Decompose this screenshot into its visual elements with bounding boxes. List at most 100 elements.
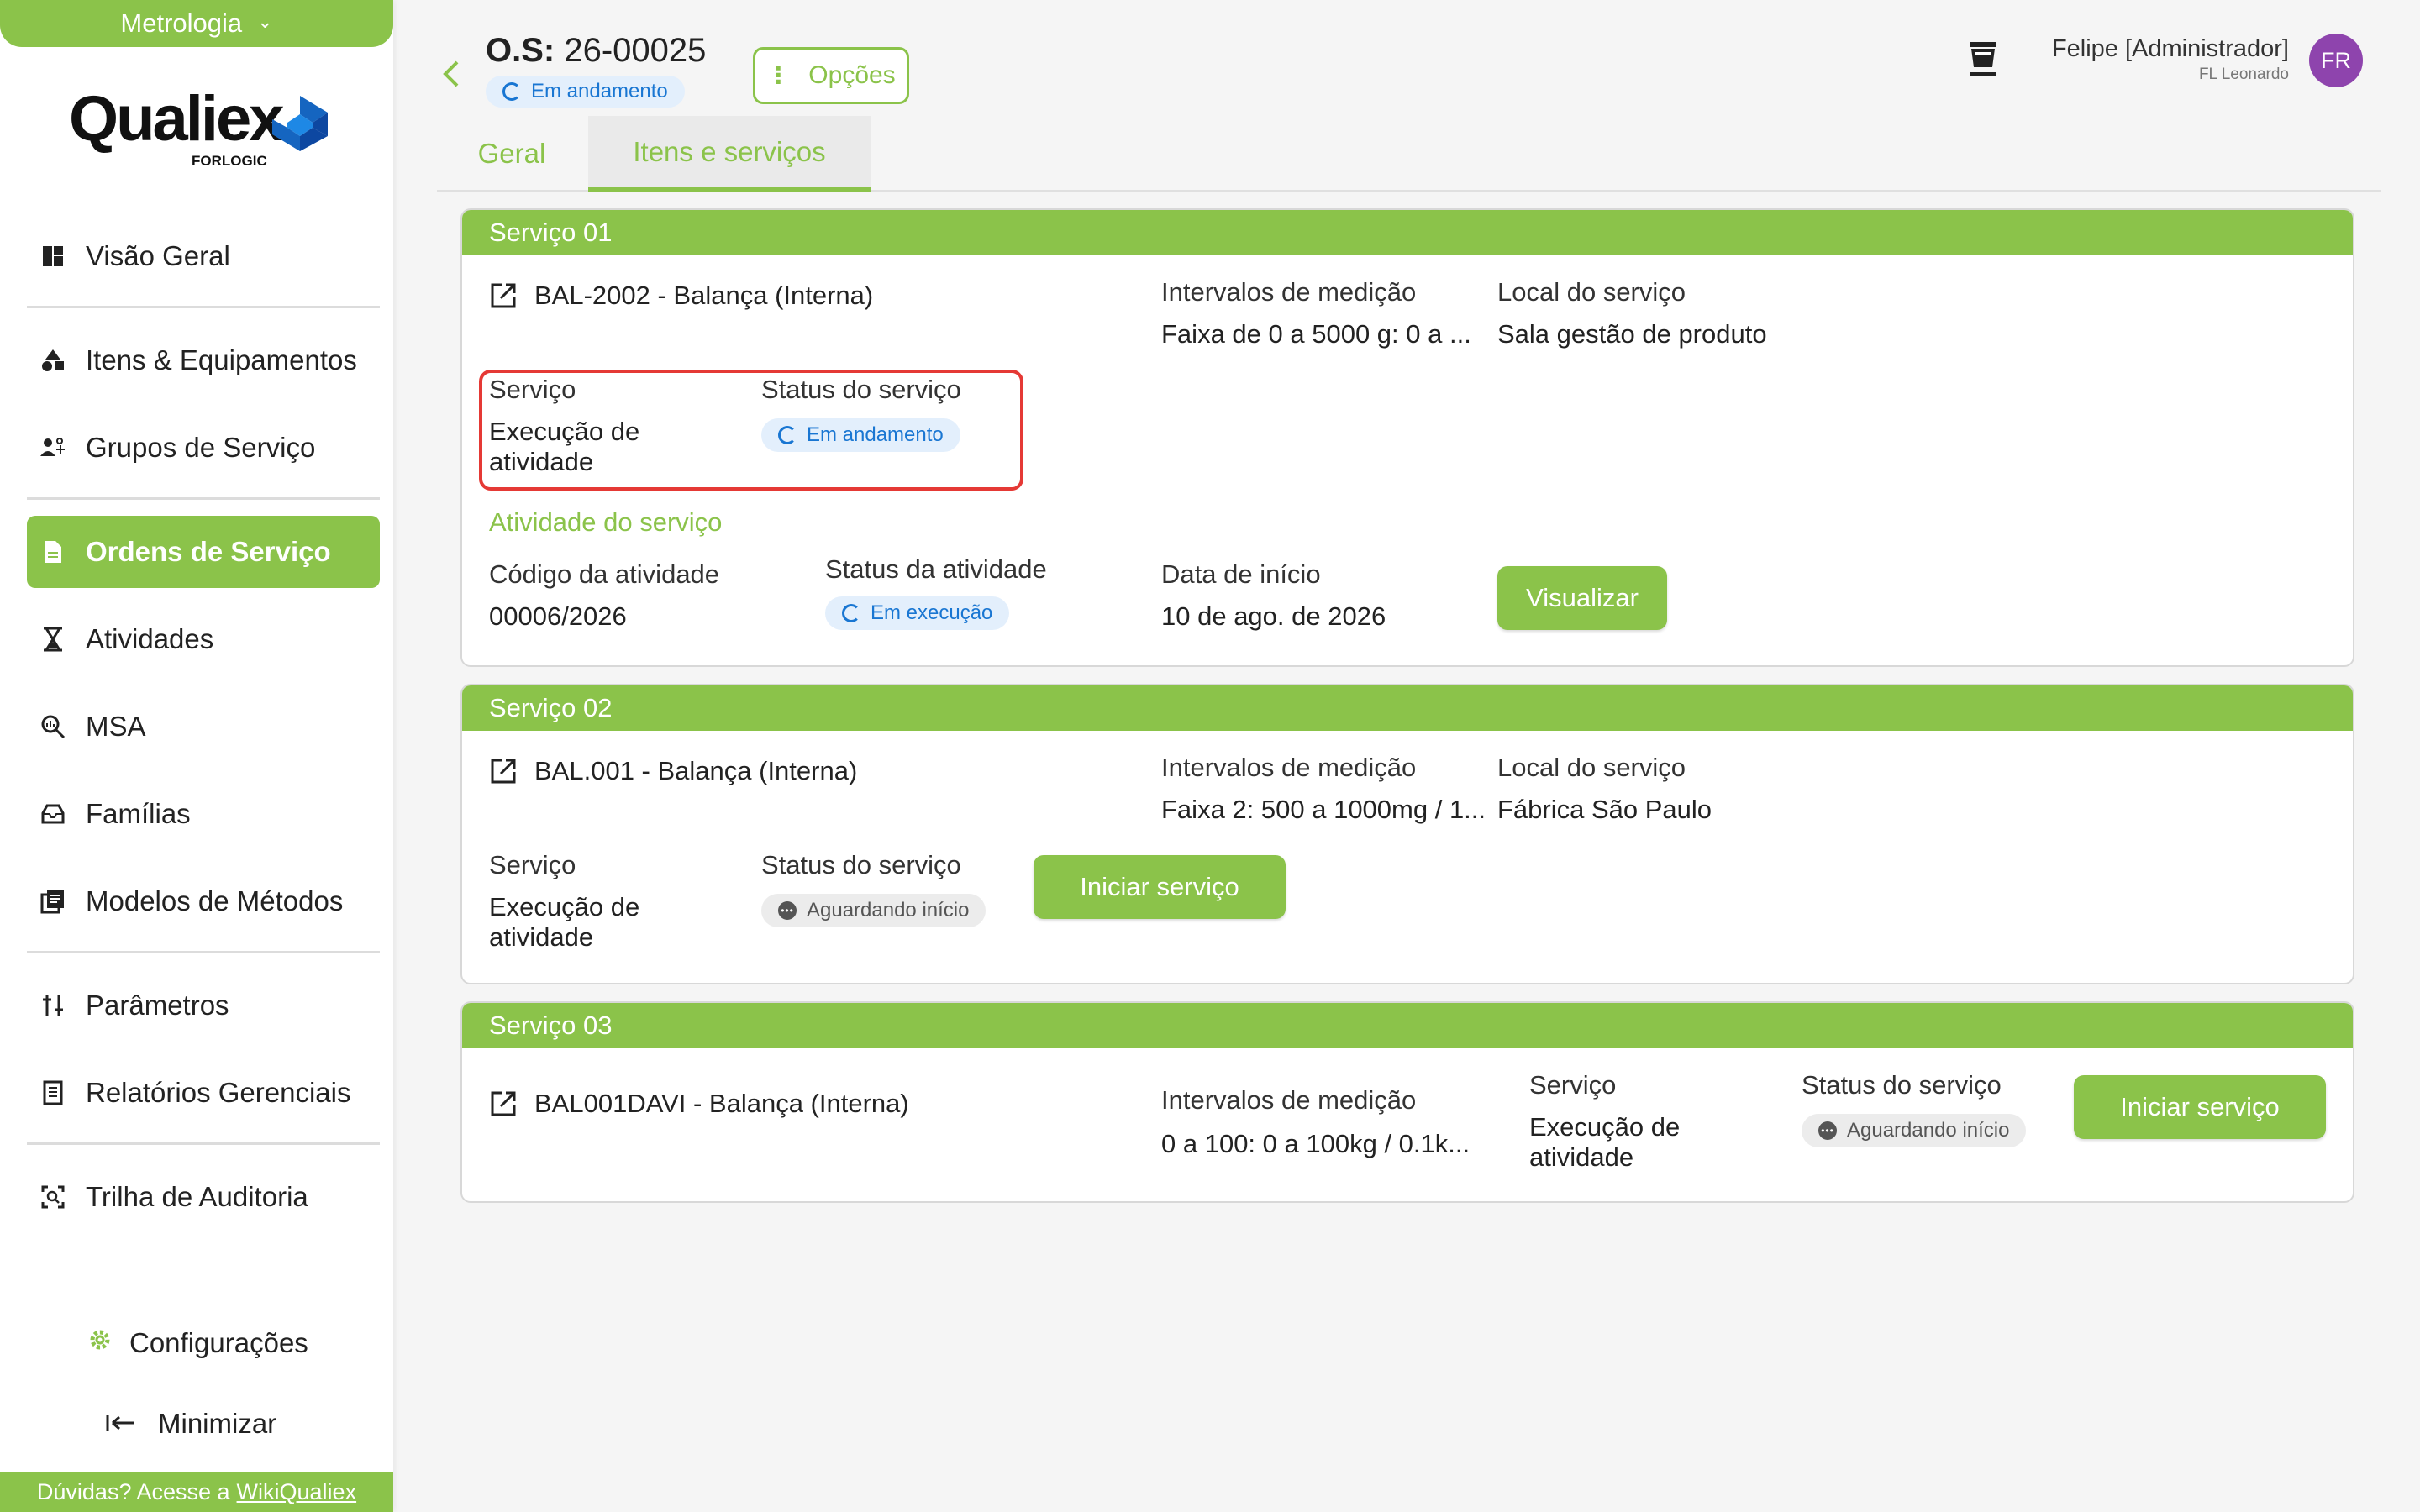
sidebar-item-modelos-metodos[interactable]: Modelos de Métodos — [27, 865, 380, 937]
group-icon — [39, 433, 67, 462]
service-type-label: Serviço — [489, 850, 576, 879]
sliders-icon — [39, 991, 67, 1020]
shapes-icon — [39, 346, 67, 375]
activity-section-title: Atividade do serviço — [489, 507, 723, 537]
sidebar-divider — [27, 1142, 380, 1145]
open-external-icon — [491, 1091, 516, 1116]
item-name: BAL.001 - Balança (Interna) — [534, 756, 858, 785]
activity-status-value: Em execução — [871, 601, 993, 624]
help-bar: Dúvidas? Acesse a WikiQualiex — [0, 1472, 393, 1512]
sidebar-item-atividades[interactable]: Atividades — [27, 603, 380, 675]
sidebar-divider — [27, 306, 380, 308]
interval-value: Faixa 2: 500 a 1000mg / 1... — [1161, 795, 1486, 824]
sidebar-item-msa[interactable]: MSA — [27, 690, 380, 763]
service-type-value: Execução de atividade — [489, 892, 639, 953]
start-date-label: Data de início — [1161, 559, 1321, 589]
sidebar-item-relatorios[interactable]: Relatórios Gerenciais — [27, 1057, 380, 1129]
search-analytics-icon — [39, 712, 67, 741]
start-date-value: 10 de ago. de 2026 — [1161, 601, 1386, 631]
logo-mark-icon — [272, 96, 328, 151]
page-title: O.S: 26-00025 — [486, 32, 706, 70]
collapse-arrow-icon — [106, 1408, 136, 1440]
item-name: BAL001DAVI - Balança (Interna) — [534, 1089, 909, 1118]
service-status-label: Status do serviço — [1802, 1070, 2002, 1100]
sidebar-item-label: Famílias — [86, 798, 191, 829]
coffee-cup-icon[interactable] — [1966, 40, 2000, 81]
status-badge-label: Em andamento — [531, 80, 668, 102]
sidebar-item-familias[interactable]: Famílias — [27, 778, 380, 850]
options-button[interactable]: ⋮ Opções — [753, 47, 909, 104]
sidebar-item-grupos-servico[interactable]: Grupos de Serviço — [27, 412, 380, 484]
item-link[interactable]: BAL-2002 - Balança (Interna) — [489, 281, 873, 311]
sidebar-item-ordens-servico[interactable]: Ordens de Serviço — [27, 516, 380, 588]
highlight-box — [479, 370, 1023, 491]
wiki-link[interactable]: WikiQualiex — [237, 1479, 357, 1505]
interval-value: 0 a 100: 0 a 100kg / 0.1k... — [1161, 1129, 1470, 1158]
sidebar-item-label: Grupos de Serviço — [86, 432, 316, 463]
sidebar-item-visao-geral[interactable]: Visão Geral — [27, 220, 380, 292]
sidebar-divider — [27, 497, 380, 500]
service-status-badge: ••• Aguardando início — [761, 894, 986, 927]
hourglass-icon — [39, 625, 67, 654]
service-card-title: Serviço 01 — [462, 210, 2353, 255]
service-card-title: Serviço 02 — [462, 685, 2353, 731]
activity-code-label: Código da atividade — [489, 559, 720, 589]
back-button[interactable] — [440, 57, 462, 95]
service-type-label: Serviço — [1529, 1070, 1617, 1100]
service-status-badge: ••• Aguardando início — [1802, 1114, 2027, 1147]
interval-label: Intervalos de medição — [1161, 277, 1417, 307]
sidebar-item-label: Visão Geral — [86, 240, 230, 271]
sidebar-item-label: Parâmetros — [86, 990, 229, 1021]
service-type-value: Execução de atividade — [1529, 1112, 1680, 1173]
minimize-button[interactable]: Minimizar — [106, 1408, 276, 1440]
tab-geral[interactable]: Geral — [449, 116, 575, 192]
item-link[interactable]: BAL.001 - Balança (Interna) — [489, 756, 857, 786]
item-link[interactable]: BAL001DAVI - Balança (Interna) — [489, 1089, 909, 1119]
view-activity-button[interactable]: Visualizar — [1497, 566, 1667, 630]
sidebar-item-label: Trilha de Auditoria — [86, 1181, 308, 1212]
avatar[interactable]: FR — [2309, 34, 2363, 87]
qualiex-logo: Qualiex FORLOGIC — [69, 87, 338, 171]
activity-status-label: Status da atividade — [825, 554, 1047, 584]
help-text: Dúvidas? Acesse a — [36, 1478, 230, 1504]
os-number: 26-00025 — [564, 32, 707, 69]
sidebar-item-parametros[interactable]: Parâmetros — [27, 969, 380, 1042]
service-card: Serviço 02 — [460, 684, 2354, 984]
local-label: Local do serviço — [1497, 277, 1686, 307]
local-value: Sala gestão de produto — [1497, 319, 1767, 349]
sidebar: Metrologia ⌄ Qualiex FORLOGIC Visão Gera… — [0, 0, 393, 1512]
tab-itens-servicos[interactable]: Itens e serviços — [588, 116, 871, 192]
local-label: Local do serviço — [1497, 753, 1686, 782]
loading-icon — [842, 604, 860, 622]
report-icon — [39, 1079, 67, 1107]
user-company: FL Leonardo — [2198, 66, 2289, 83]
more-vertical-icon: ⋮ — [766, 62, 791, 88]
service-status-value: Aguardando início — [807, 899, 970, 921]
options-label: Opções — [808, 61, 896, 89]
activity-status-badge: Em execução — [825, 596, 1010, 630]
interval-label: Intervalos de medição — [1161, 753, 1417, 782]
start-service-button[interactable]: Iniciar serviço — [1034, 855, 1286, 919]
service-type-line: atividade — [489, 922, 594, 952]
chevron-down-icon: ⌄ — [257, 11, 273, 32]
service-status-label: Status do serviço — [761, 850, 961, 879]
sidebar-item-trilha-auditoria[interactable]: Trilha de Auditoria — [27, 1161, 380, 1233]
os-label: O.S: — [486, 32, 555, 69]
more-horizontal-icon: ••• — [1818, 1121, 1837, 1140]
more-horizontal-icon: ••• — [778, 901, 797, 920]
gear-icon — [87, 1327, 113, 1359]
sidebar-item-itens-equipamentos[interactable]: Itens & Equipamentos — [27, 324, 380, 396]
service-type-line: Execução de — [489, 892, 640, 921]
item-name: BAL-2002 - Balança (Interna) — [534, 281, 874, 310]
sidebar-item-label: MSA — [86, 711, 146, 742]
chevron-left-icon — [443, 60, 459, 87]
sidebar-divider — [27, 951, 380, 953]
settings-link[interactable]: Configurações — [87, 1327, 308, 1359]
sidebar-item-label: Itens & Equipamentos — [86, 344, 357, 375]
activity-code-value: 00006/2026 — [489, 601, 627, 631]
logo-sub: FORLOGIC — [192, 153, 267, 169]
start-service-button[interactable]: Iniciar serviço — [2074, 1075, 2326, 1139]
module-selector[interactable]: Metrologia ⌄ — [0, 0, 393, 47]
library-icon — [39, 887, 67, 916]
service-type-line: atividade — [1529, 1142, 1634, 1172]
